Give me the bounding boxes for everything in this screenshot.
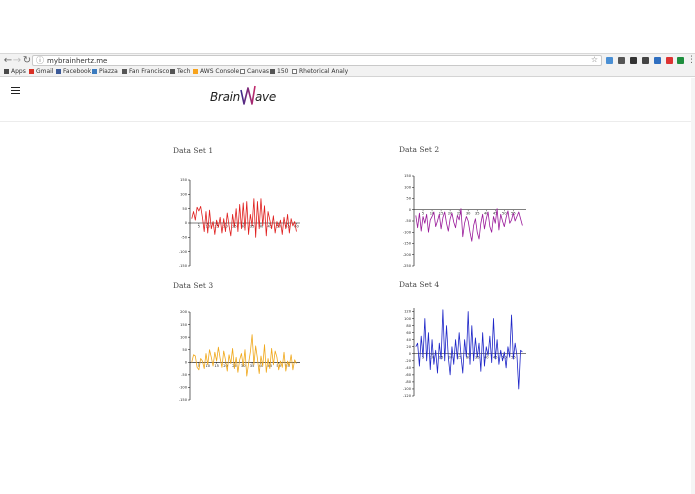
bookmark-gmail[interactable]: Gmail bbox=[29, 67, 54, 77]
chart-title-1: Data Set 1 bbox=[173, 146, 214, 155]
series-line bbox=[191, 334, 297, 377]
y-tick-label: 100 bbox=[404, 185, 412, 189]
aws-icon bbox=[193, 68, 198, 74]
line-chart-2: 150100500-50-100-150-200-2505 10 15 20 25 30 3… bbox=[403, 174, 526, 268]
y-tick-label: 150 bbox=[180, 323, 188, 327]
folder-icon bbox=[170, 68, 175, 74]
page-icon bbox=[240, 68, 245, 74]
gmail-icon bbox=[29, 68, 34, 74]
header-divider bbox=[0, 121, 695, 122]
y-tick-label: -60 bbox=[405, 373, 412, 377]
x-tick-label: 15 bbox=[214, 364, 219, 368]
y-tick-label: -120 bbox=[403, 394, 412, 398]
browser-toolbar: ← → ↻ ⓘ mybrainhertz.me ☆ ⋮ bbox=[0, 53, 695, 67]
reload-icon[interactable]: ↻ bbox=[22, 55, 32, 66]
chart-title-4: Data Set 4 bbox=[399, 280, 440, 289]
y-tick-label: -100 bbox=[403, 387, 412, 391]
wave-w-icon bbox=[240, 85, 256, 105]
y-tick-label: 200 bbox=[180, 310, 188, 314]
y-tick-label: 80 bbox=[406, 324, 411, 328]
y-tick-label: -100 bbox=[179, 250, 188, 254]
y-tick-label: -50 bbox=[405, 219, 412, 223]
url-text: mybrainhertz.me bbox=[47, 57, 108, 65]
y-tick-label: -20 bbox=[405, 359, 412, 363]
folder-icon bbox=[270, 68, 275, 74]
bookmark-facebook[interactable]: Facebook bbox=[56, 67, 91, 77]
y-tick-label: 50 bbox=[182, 207, 187, 211]
chart-title-3: Data Set 3 bbox=[173, 281, 214, 290]
y-tick-label: -150 bbox=[179, 398, 188, 402]
bookmark-star-icon[interactable]: ☆ bbox=[591, 55, 598, 64]
y-tick-label: -50 bbox=[181, 236, 188, 240]
y-tick-label: 20 bbox=[406, 345, 411, 349]
bookmark-folder[interactable]: 150 bbox=[270, 67, 288, 77]
y-tick-label: -250 bbox=[403, 264, 412, 268]
bookmark-folder[interactable]: Fan Francisco bbox=[122, 67, 169, 77]
x-tick-label: 5 bbox=[422, 211, 424, 215]
extension-icon[interactable] bbox=[618, 57, 625, 64]
address-bar[interactable]: ⓘ mybrainhertz.me ☆ bbox=[32, 55, 602, 66]
folder-icon bbox=[122, 68, 127, 74]
line-chart-3: 200150100500-50-100-1505 10 15 20 25 30 35 40 45… bbox=[179, 310, 300, 402]
facebook-icon bbox=[56, 68, 61, 74]
series-line bbox=[191, 198, 297, 238]
x-tick-label: 35 bbox=[475, 211, 480, 215]
y-tick-label: 40 bbox=[406, 338, 411, 342]
y-tick-label: 100 bbox=[180, 193, 188, 197]
info-icon[interactable]: ⓘ bbox=[36, 55, 44, 66]
bookmark-canvas[interactable]: Canvas bbox=[240, 67, 269, 77]
y-tick-label: 50 bbox=[182, 348, 187, 352]
y-tick-label: -80 bbox=[405, 380, 412, 384]
window-top bbox=[0, 0, 695, 52]
y-tick-label: 0 bbox=[409, 352, 412, 356]
y-tick-label: 0 bbox=[185, 221, 188, 225]
bookmark-rhetorical[interactable]: Rhetorical Analy bbox=[292, 67, 348, 77]
y-tick-label: 0 bbox=[185, 360, 188, 364]
extension-icon[interactable] bbox=[666, 57, 673, 64]
x-tick-label: 30 bbox=[466, 211, 471, 215]
y-tick-label: -100 bbox=[179, 386, 188, 390]
extension-icon[interactable] bbox=[654, 57, 661, 64]
bookmark-piazza[interactable]: Piazza bbox=[92, 67, 118, 77]
extension-icon[interactable] bbox=[606, 57, 613, 64]
bookmark-aws[interactable]: AWS Console bbox=[193, 67, 239, 77]
y-tick-label: 150 bbox=[180, 178, 188, 182]
y-tick-label: 100 bbox=[404, 317, 412, 321]
series-line bbox=[415, 309, 523, 390]
y-tick-label: -150 bbox=[179, 264, 188, 268]
chart-title-2: Data Set 2 bbox=[399, 145, 440, 154]
y-tick-label: -150 bbox=[403, 242, 412, 246]
y-tick-label: 60 bbox=[406, 331, 411, 335]
y-tick-label: -200 bbox=[403, 253, 412, 257]
y-tick-label: -50 bbox=[181, 373, 188, 377]
page-scrollbar[interactable] bbox=[691, 78, 695, 494]
apps-grid-icon bbox=[4, 68, 9, 74]
bookmark-apps[interactable]: Apps bbox=[4, 67, 26, 77]
extension-icon[interactable] bbox=[642, 57, 649, 64]
page-icon bbox=[292, 68, 297, 74]
y-tick-label: 100 bbox=[180, 335, 188, 339]
line-chart-1: 150100500-50-100-1505 10 15 20 25 30 35 40 45 50 5… bbox=[179, 178, 300, 268]
y-tick-label: 0 bbox=[409, 208, 412, 212]
hamburger-menu-icon[interactable] bbox=[11, 87, 20, 94]
piazza-icon bbox=[92, 68, 97, 74]
y-tick-label: -40 bbox=[405, 366, 412, 370]
forward-icon[interactable]: → bbox=[12, 55, 22, 66]
browser-menu-icon[interactable]: ⋮ bbox=[687, 55, 695, 66]
y-tick-label: 120 bbox=[404, 310, 412, 314]
bookmark-folder[interactable]: Tech bbox=[170, 67, 190, 77]
y-tick-label: 50 bbox=[406, 197, 411, 201]
brainwave-logo[interactable]: Brain ave bbox=[210, 84, 290, 108]
y-tick-label: 150 bbox=[404, 174, 412, 178]
bookmarks-bar: Apps Gmail Facebook Piazza Fan Francisco… bbox=[0, 67, 695, 77]
extension-icon[interactable] bbox=[630, 57, 637, 64]
extension-icon[interactable] bbox=[677, 57, 684, 64]
y-tick-label: -100 bbox=[403, 230, 412, 234]
x-tick-label: 5 bbox=[198, 225, 200, 229]
line-chart-4: 120100806040200-20-40-60-80-100-1205 10 15… bbox=[403, 308, 526, 398]
